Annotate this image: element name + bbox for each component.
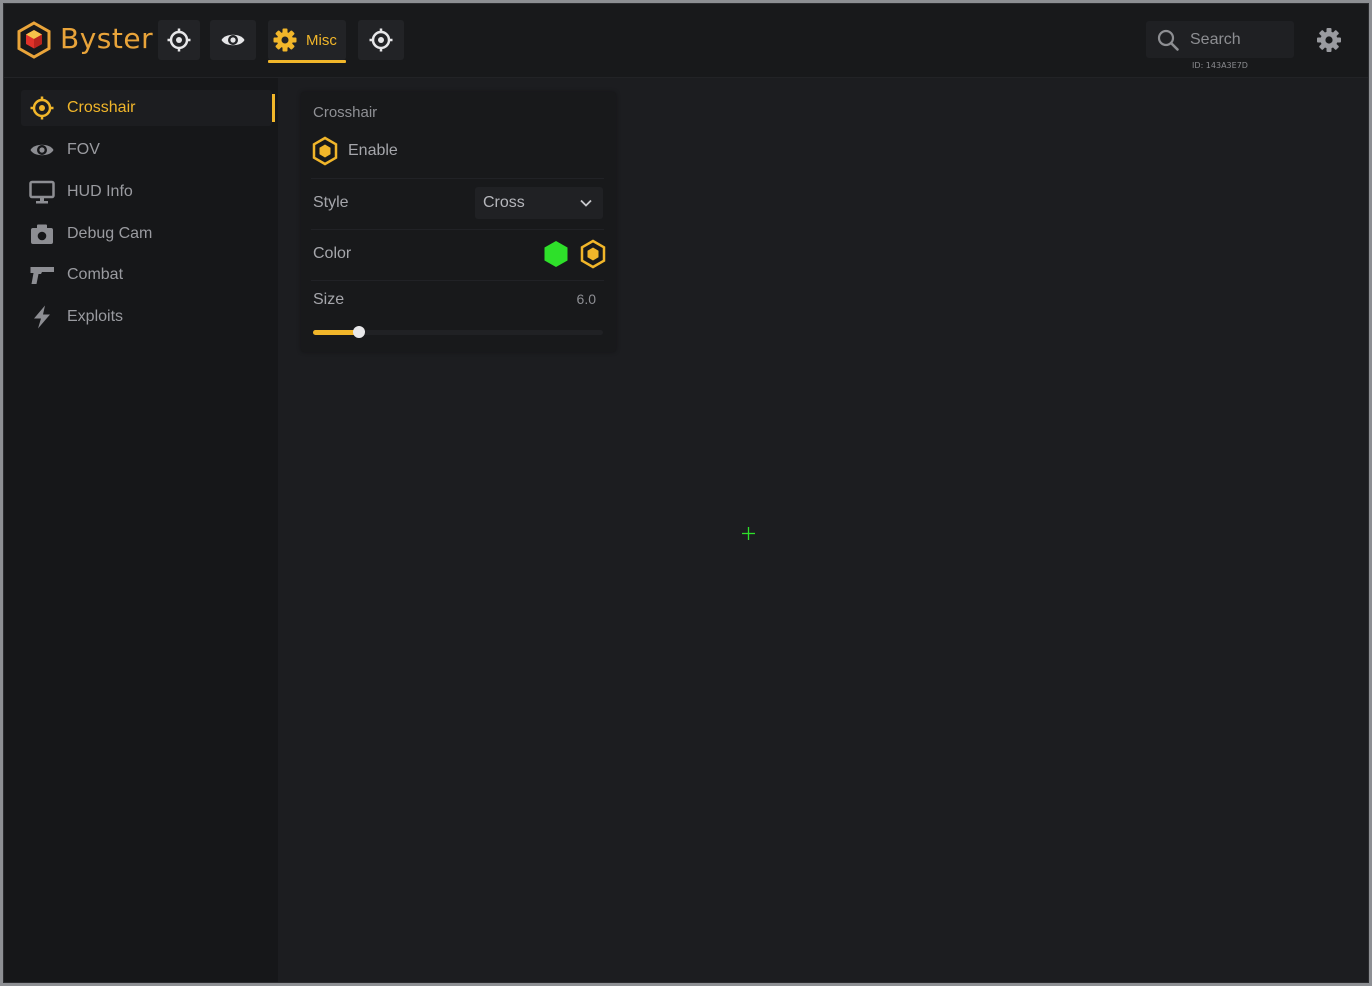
search-icon <box>1157 29 1179 51</box>
color-swatch-icon[interactable] <box>542 239 570 269</box>
tab-misc[interactable]: Misc <box>268 20 346 63</box>
hexagon-checkbox-icon <box>312 136 338 166</box>
hexagon-cube-logo <box>17 21 51 59</box>
sidebar-item-label: Combat <box>67 266 124 283</box>
tab-aimbot[interactable] <box>158 20 200 60</box>
sidebar-item-debug-cam[interactable]: Debug Cam <box>21 216 272 252</box>
chevron-down-icon <box>580 199 592 207</box>
crosshair-preview <box>742 527 755 540</box>
sidebar-item-crosshair[interactable]: Crosshair <box>21 90 275 126</box>
crosshair-icon <box>369 28 393 52</box>
sidebar-item-label: Debug Cam <box>67 225 153 242</box>
tab-visuals[interactable] <box>210 20 256 60</box>
active-tab-indicator <box>268 60 346 63</box>
top-bar: Byster Misc Search ID: 143A3E7D <box>4 4 1368 78</box>
crosshair-settings-panel: Crosshair Enable Style Cross Color Size … <box>301 92 616 352</box>
sidebar-item-hud-info[interactable]: HUD Info <box>21 174 272 210</box>
size-label: Size <box>313 291 345 308</box>
panel-title: Crosshair <box>313 104 378 121</box>
tab-misc-label: Misc <box>306 31 337 49</box>
settings-gear-icon[interactable] <box>1315 26 1343 54</box>
tab-target[interactable] <box>358 20 404 60</box>
gear-icon <box>273 28 297 52</box>
row-divider <box>311 229 604 230</box>
monitor-icon <box>28 178 56 206</box>
style-dropdown[interactable]: Cross <box>475 187 603 219</box>
camera-icon <box>28 220 56 248</box>
size-value: 6.0 <box>576 291 596 307</box>
pistol-icon <box>28 261 56 289</box>
style-label: Style <box>313 194 349 211</box>
color-label: Color <box>313 245 352 262</box>
enable-toggle[interactable]: Enable <box>311 136 398 166</box>
eye-icon <box>28 136 56 164</box>
client-id-label: ID: 143A3E7D <box>1192 61 1248 70</box>
sidebar-item-combat[interactable]: Combat <box>21 257 272 293</box>
sidebar-item-label: HUD Info <box>67 183 133 200</box>
size-slider-handle[interactable] <box>353 326 366 338</box>
sidebar-item-label: Exploits <box>67 308 124 325</box>
style-dropdown-value: Cross <box>483 194 525 211</box>
sidebar-item-exploits[interactable]: Exploits <box>21 299 272 335</box>
crosshair-icon <box>28 94 56 122</box>
search-box[interactable] <box>1146 21 1294 58</box>
search-input[interactable] <box>1188 29 1292 50</box>
eye-icon <box>221 34 245 46</box>
hexagon-color-picker-icon[interactable] <box>579 239 607 269</box>
sidebar-item-fov[interactable]: FOV <box>21 132 272 168</box>
active-item-indicator <box>272 94 275 122</box>
sidebar-item-label: FOV <box>67 141 100 158</box>
brand-name: Byster <box>60 22 154 55</box>
sidebar-item-label: Crosshair <box>67 99 136 116</box>
sidebar: Crosshair FOV HUD Info Debug Cam Combat … <box>4 78 278 982</box>
row-divider <box>311 178 604 179</box>
row-divider <box>311 280 604 281</box>
app-window: Byster Misc Search ID: 143A3E7D Crosshai… <box>3 3 1369 983</box>
enable-label: Enable <box>348 142 398 159</box>
size-slider[interactable] <box>313 326 603 338</box>
crosshair-icon <box>167 28 191 52</box>
lightning-icon <box>28 303 56 331</box>
